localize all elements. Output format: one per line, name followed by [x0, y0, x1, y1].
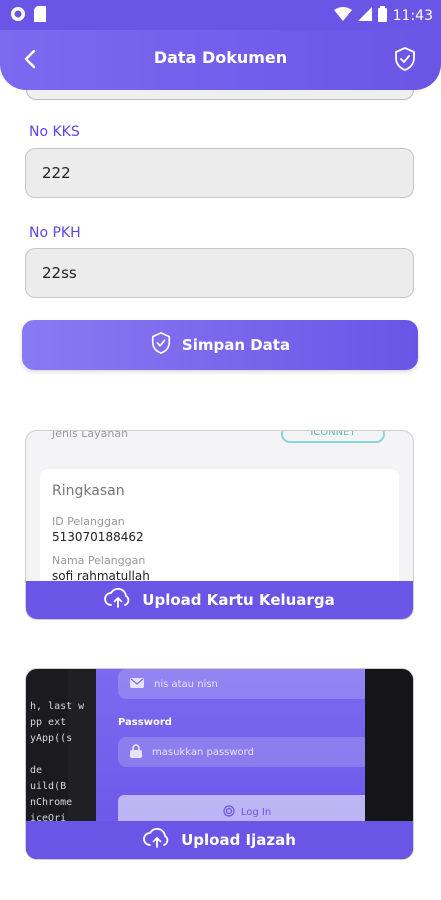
- pkh-input[interactable]: 22ss: [25, 248, 414, 298]
- layanan-label: Jenis Layanan: [52, 430, 129, 440]
- mail-icon: [130, 677, 144, 691]
- save-button-label: Simpan Data: [181, 336, 291, 354]
- id-pelanggan-value: 513070188462: [52, 530, 144, 544]
- previous-field-edge[interactable]: [26, 90, 414, 100]
- app-bar: Data Dokumen: [0, 30, 441, 90]
- wifi-icon: [333, 7, 352, 25]
- lock-icon: [130, 743, 142, 761]
- ijazah-card[interactable]: h, last w pp ext yApp((s de uild(B nChro…: [25, 668, 414, 860]
- cloud-upload-icon: [143, 827, 171, 853]
- page-title: Data Dokumen: [153, 48, 288, 67]
- shield-check-icon[interactable]: [393, 46, 417, 76]
- signal-icon: [357, 7, 372, 25]
- upload-kartu-keluarga-button[interactable]: Upload Kartu Keluarga: [26, 581, 413, 619]
- password-placeholder: masukkan password: [152, 746, 254, 758]
- status-left-icons: [10, 6, 46, 26]
- shield-check-icon: [150, 331, 172, 359]
- pkh-label: No PKH: [29, 225, 81, 241]
- upload-ijazah-label: Upload Ijazah: [181, 831, 296, 849]
- sim-card-icon: [34, 6, 46, 26]
- nis-field-preview: nis atau nisn: [118, 669, 376, 699]
- nama-pelanggan-label: Nama Pelanggan: [52, 554, 146, 567]
- upload-kk-label: Upload Kartu Keluarga: [142, 591, 335, 609]
- form-content: No KKS 222 No PKH 22ss Simpan Data Jenis…: [0, 90, 441, 900]
- password-label: Password: [118, 717, 172, 728]
- ringkasan-title: Ringkasan: [52, 483, 125, 499]
- layanan-badge: ICONNET: [281, 431, 385, 443]
- nis-placeholder: nis atau nisn: [154, 678, 218, 690]
- battery-icon: [377, 6, 387, 26]
- status-bar: 11:43: [0, 0, 441, 30]
- login-label: Log In: [240, 806, 272, 818]
- fingerprint-icon: [223, 804, 235, 820]
- kartu-keluarga-card[interactable]: Jenis Layanan ICONNET Ringkasan ID Pelan…: [25, 430, 414, 620]
- upload-ijazah-button[interactable]: Upload Ijazah: [26, 821, 413, 859]
- id-pelanggan-label: ID Pelanggan: [52, 515, 125, 528]
- status-time: 11:43: [392, 8, 433, 24]
- record-icon: [10, 6, 26, 26]
- kks-input[interactable]: 222: [25, 148, 414, 198]
- cloud-upload-icon: [104, 587, 132, 613]
- save-button[interactable]: Simpan Data: [22, 320, 418, 370]
- password-field-preview: masukkan password: [118, 737, 376, 767]
- kks-label: No KKS: [29, 124, 80, 140]
- status-right-icons: 11:43: [333, 6, 433, 26]
